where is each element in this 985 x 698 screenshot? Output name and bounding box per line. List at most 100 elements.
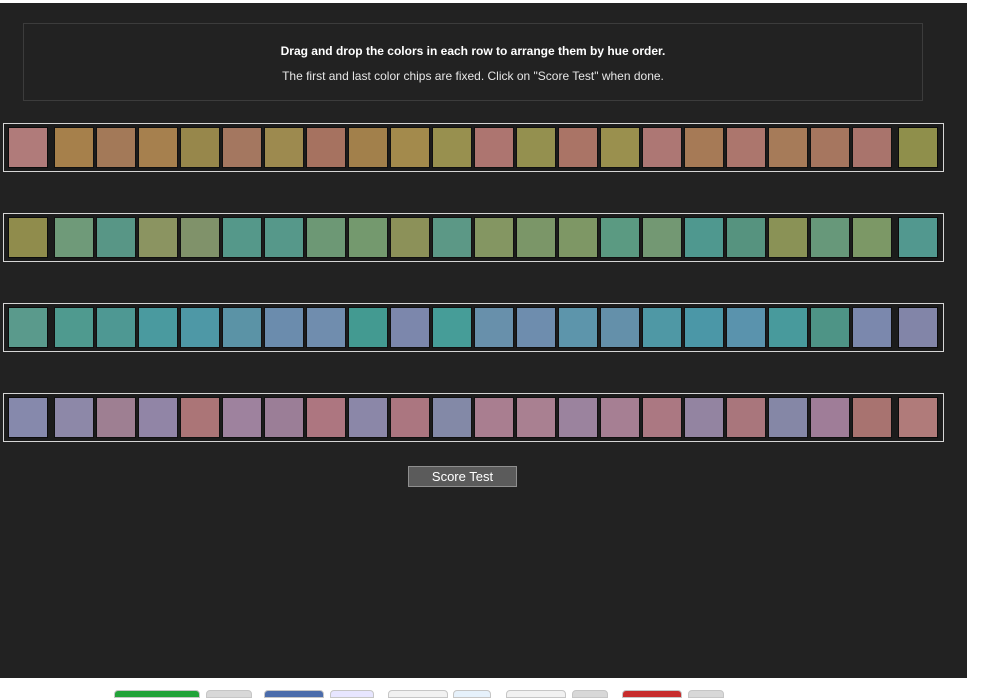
color-chip[interactable] xyxy=(600,307,640,348)
color-chip[interactable] xyxy=(390,217,430,258)
color-chip[interactable] xyxy=(222,217,262,258)
color-chip[interactable] xyxy=(180,397,220,438)
color-chip[interactable] xyxy=(138,217,178,258)
share-button[interactable] xyxy=(206,690,252,698)
color-chip[interactable] xyxy=(558,217,598,258)
color-chip[interactable] xyxy=(726,217,766,258)
color-chip[interactable] xyxy=(810,397,850,438)
color-chip[interactable] xyxy=(264,127,304,168)
color-chip[interactable] xyxy=(306,217,346,258)
color-row-4 xyxy=(3,393,944,442)
color-chip[interactable] xyxy=(264,397,304,438)
color-chip[interactable] xyxy=(264,217,304,258)
color-chip[interactable] xyxy=(474,217,514,258)
color-chip[interactable] xyxy=(558,307,598,348)
test-panel: Drag and drop the colors in each row to … xyxy=(0,3,967,678)
color-chip[interactable] xyxy=(726,397,766,438)
color-chip[interactable] xyxy=(810,217,850,258)
color-chip[interactable] xyxy=(810,307,850,348)
page-margin xyxy=(967,3,985,695)
color-chip[interactable] xyxy=(54,217,94,258)
color-chip[interactable] xyxy=(432,397,472,438)
color-chip[interactable] xyxy=(138,127,178,168)
fixed-color-chip xyxy=(8,397,48,438)
color-chip[interactable] xyxy=(684,307,724,348)
share-button[interactable] xyxy=(572,690,608,698)
color-chip[interactable] xyxy=(222,307,262,348)
fixed-color-chip xyxy=(898,127,938,168)
color-chip[interactable] xyxy=(600,217,640,258)
color-chip[interactable] xyxy=(96,397,136,438)
color-chip[interactable] xyxy=(516,217,556,258)
color-chip[interactable] xyxy=(474,397,514,438)
color-chip[interactable] xyxy=(642,307,682,348)
color-chip[interactable] xyxy=(852,307,892,348)
color-chip[interactable] xyxy=(180,307,220,348)
color-chip[interactable] xyxy=(642,217,682,258)
share-button[interactable] xyxy=(688,690,724,698)
color-chip[interactable] xyxy=(642,127,682,168)
color-chip[interactable] xyxy=(390,397,430,438)
color-chip[interactable] xyxy=(180,127,220,168)
color-chip[interactable] xyxy=(180,217,220,258)
share-button[interactable] xyxy=(506,690,566,698)
color-chip[interactable] xyxy=(642,397,682,438)
color-chip[interactable] xyxy=(390,127,430,168)
color-chip[interactable] xyxy=(516,127,556,168)
color-chip[interactable] xyxy=(600,397,640,438)
color-chip[interactable] xyxy=(726,307,766,348)
color-chip[interactable] xyxy=(222,127,262,168)
color-row-2 xyxy=(3,213,944,262)
color-chip[interactable] xyxy=(390,307,430,348)
color-chip[interactable] xyxy=(264,307,304,348)
share-button[interactable] xyxy=(453,690,491,698)
color-chip[interactable] xyxy=(768,397,808,438)
color-chip[interactable] xyxy=(474,127,514,168)
color-chip[interactable] xyxy=(348,307,388,348)
color-chip[interactable] xyxy=(516,307,556,348)
color-chip[interactable] xyxy=(474,307,514,348)
share-button[interactable] xyxy=(622,690,682,698)
score-test-button[interactable]: Score Test xyxy=(408,466,517,487)
color-row-1 xyxy=(3,123,944,172)
color-chip[interactable] xyxy=(852,127,892,168)
color-chip[interactable] xyxy=(348,217,388,258)
share-button[interactable] xyxy=(330,690,374,698)
color-chip[interactable] xyxy=(306,307,346,348)
color-chip[interactable] xyxy=(684,217,724,258)
color-chip[interactable] xyxy=(432,307,472,348)
color-chip[interactable] xyxy=(768,307,808,348)
share-button[interactable] xyxy=(388,690,448,698)
color-chip[interactable] xyxy=(726,127,766,168)
color-chip[interactable] xyxy=(348,127,388,168)
instructions-subtitle: The first and last color chips are fixed… xyxy=(282,69,664,83)
color-chip[interactable] xyxy=(96,127,136,168)
color-chip[interactable] xyxy=(558,127,598,168)
color-chip[interactable] xyxy=(684,397,724,438)
fixed-color-chip xyxy=(8,217,48,258)
color-chip[interactable] xyxy=(558,397,598,438)
color-chip[interactable] xyxy=(432,217,472,258)
color-chip[interactable] xyxy=(684,127,724,168)
color-chip[interactable] xyxy=(54,397,94,438)
color-chip[interactable] xyxy=(96,307,136,348)
color-chip[interactable] xyxy=(54,127,94,168)
color-chip[interactable] xyxy=(306,127,346,168)
color-chip[interactable] xyxy=(138,397,178,438)
color-chip[interactable] xyxy=(306,397,346,438)
color-chip[interactable] xyxy=(348,397,388,438)
color-chip[interactable] xyxy=(516,397,556,438)
color-chip[interactable] xyxy=(96,217,136,258)
color-chip[interactable] xyxy=(852,217,892,258)
color-chip[interactable] xyxy=(852,397,892,438)
color-chip[interactable] xyxy=(600,127,640,168)
color-chip[interactable] xyxy=(54,307,94,348)
share-button[interactable] xyxy=(114,690,200,698)
color-chip[interactable] xyxy=(222,397,262,438)
color-chip[interactable] xyxy=(810,127,850,168)
color-chip[interactable] xyxy=(432,127,472,168)
color-chip[interactable] xyxy=(768,127,808,168)
color-chip[interactable] xyxy=(138,307,178,348)
color-chip[interactable] xyxy=(768,217,808,258)
share-button[interactable] xyxy=(264,690,324,698)
